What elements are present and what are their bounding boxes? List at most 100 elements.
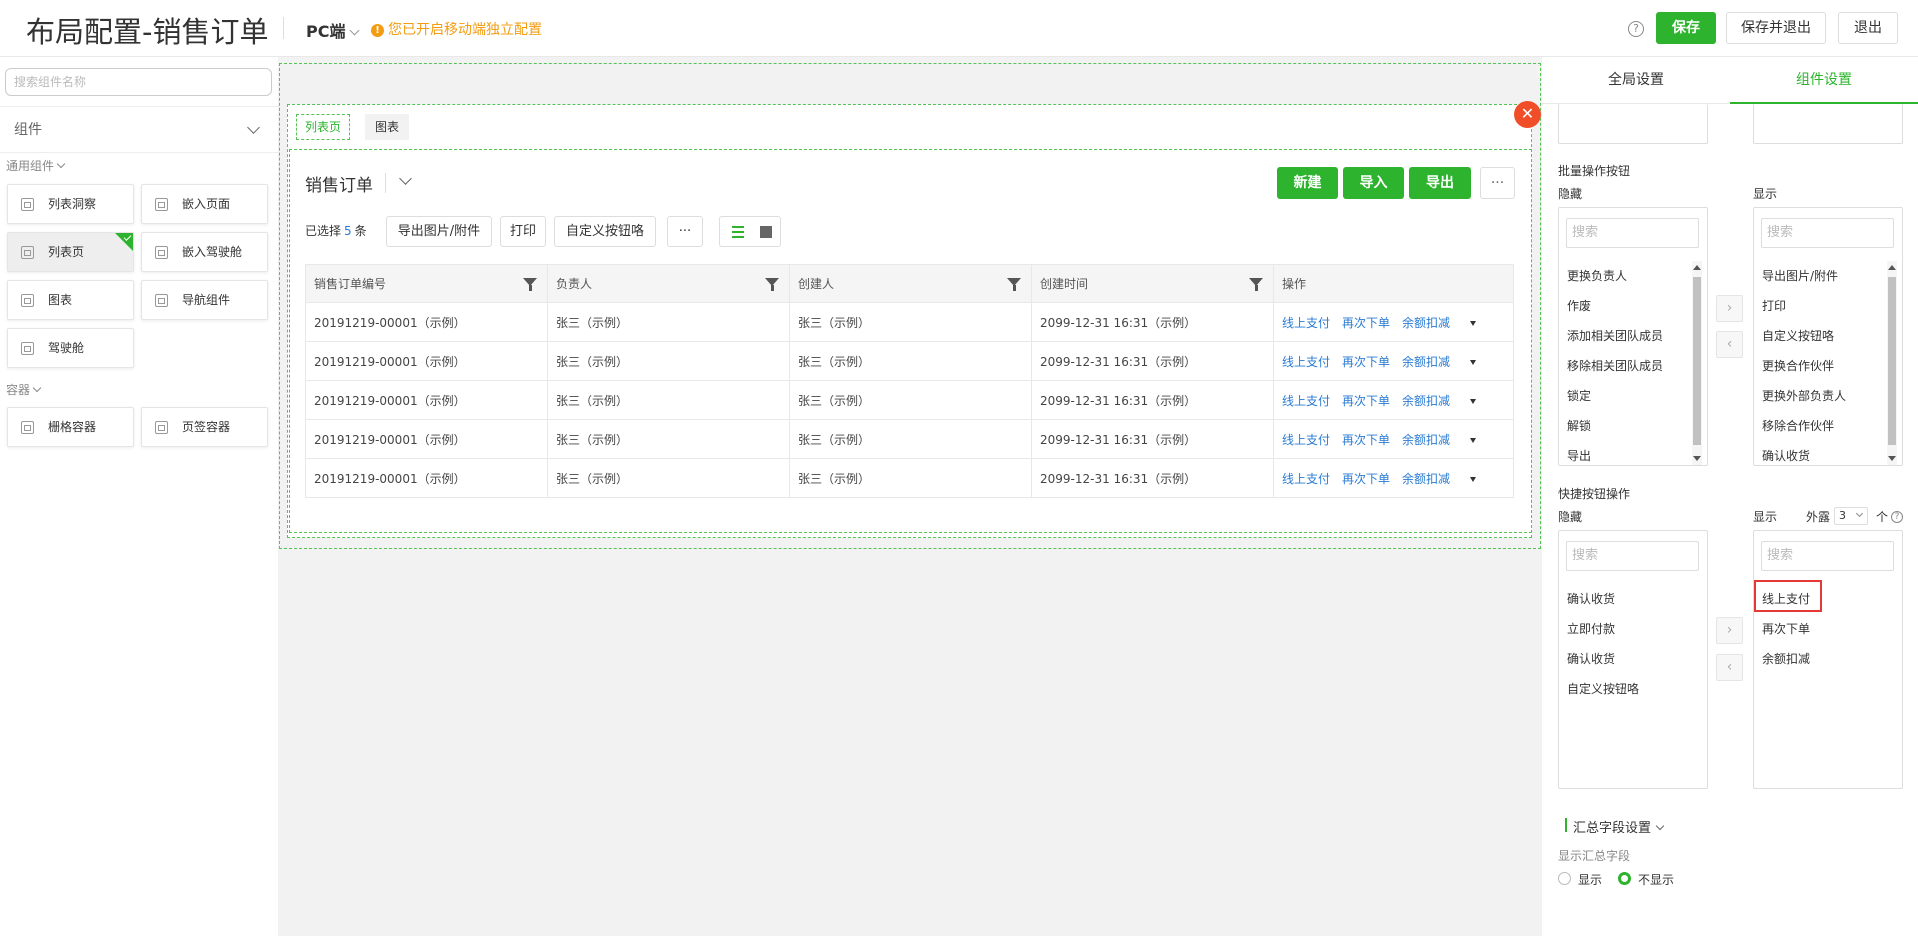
component-navigation[interactable]: 导航组件 — [141, 280, 268, 320]
list-item[interactable]: 移除相关团队成员 — [1567, 357, 1663, 374]
card-view-icon[interactable] — [760, 226, 772, 238]
action-reorder-link[interactable]: 再次下单 — [1342, 394, 1390, 408]
close-icon[interactable]: ✕ — [1514, 101, 1541, 128]
list-item[interactable]: 锁定 — [1567, 387, 1591, 404]
import-button[interactable]: 导入 — [1343, 167, 1404, 199]
list-item[interactable]: 线上支付 — [1762, 590, 1810, 607]
move-right-icon[interactable]: › — [1716, 295, 1743, 322]
action-reorder-link[interactable]: 再次下单 — [1342, 355, 1390, 369]
tab-chart[interactable]: 图表 — [365, 114, 409, 140]
tab-global-settings[interactable]: 全局设置 — [1542, 57, 1730, 104]
new-button[interactable]: 新建 — [1277, 167, 1338, 199]
tab-list-page[interactable]: 列表页 — [296, 114, 350, 140]
list-item[interactable]: 添加相关团队成员 — [1567, 327, 1663, 344]
exit-button[interactable]: 退出 — [1838, 12, 1898, 44]
component-search-input[interactable]: 搜索组件名称 — [5, 68, 272, 96]
component-cockpit[interactable]: 驾驶舱 — [7, 328, 134, 368]
list-item[interactable]: 再次下单 — [1762, 620, 1810, 637]
list-item[interactable]: 导出 — [1567, 447, 1591, 464]
component-tab-container[interactable]: 页签容器 — [141, 407, 268, 447]
expose-count-select[interactable]: 3 — [1834, 507, 1868, 525]
list-item[interactable]: 立即付款 — [1567, 620, 1615, 637]
move-left-icon[interactable]: ‹ — [1716, 331, 1743, 358]
action-balance-deduct-link[interactable]: 余额扣减 — [1402, 433, 1450, 447]
filter-icon[interactable] — [1249, 278, 1263, 291]
scrollbar[interactable] — [1692, 261, 1702, 465]
list-item[interactable]: 作废 — [1567, 297, 1591, 314]
action-online-pay-link[interactable]: 线上支付 — [1282, 316, 1330, 330]
more-actions-button[interactable]: ··· — [1480, 167, 1515, 199]
quick-hidden-search-input[interactable]: 搜索 — [1566, 541, 1699, 571]
column-header[interactable]: 负责人 — [547, 264, 790, 303]
table-row[interactable]: 20191219-00001（示例） 张三（示例） 张三（示例） 2099-12-31… — [305, 458, 1514, 498]
print-button[interactable]: 打印 — [500, 216, 546, 247]
action-reorder-link[interactable]: 再次下单 — [1342, 472, 1390, 486]
list-item[interactable]: 余额扣减 — [1762, 650, 1810, 667]
view-toggle[interactable] — [719, 216, 781, 247]
action-balance-deduct-link[interactable]: 余额扣减 — [1402, 316, 1450, 330]
quick-shown-search-input[interactable]: 搜索 — [1761, 541, 1894, 571]
list-view-icon[interactable] — [732, 226, 744, 238]
action-online-pay-link[interactable]: 线上支付 — [1282, 355, 1330, 369]
list-item[interactable]: 确认收货 — [1567, 590, 1615, 607]
component-category-select[interactable]: 组件 — [0, 106, 278, 153]
scrollbar[interactable] — [1887, 261, 1897, 465]
scroll-thumb[interactable] — [1888, 277, 1896, 445]
list-item[interactable]: 更换合作伙伴 — [1762, 357, 1834, 374]
column-header[interactable]: 创建时间 — [1031, 264, 1274, 303]
radio-show[interactable] — [1558, 872, 1571, 885]
move-right-icon[interactable]: › — [1716, 617, 1743, 644]
column-header[interactable]: 创建人 — [789, 264, 1032, 303]
platform-select[interactable]: PC端 — [306, 18, 360, 42]
table-row[interactable]: 20191219-00001（示例） 张三（示例） 张三（示例） 2099-12-31… — [305, 341, 1514, 381]
action-online-pay-link[interactable]: 线上支付 — [1282, 394, 1330, 408]
scroll-up-icon[interactable] — [1888, 265, 1896, 270]
list-item[interactable]: 确认收货 — [1762, 447, 1810, 464]
component-list-insight[interactable]: 列表洞察 — [7, 184, 134, 224]
toolbar-more-button[interactable]: ··· — [667, 216, 703, 247]
filter-icon[interactable] — [523, 278, 537, 291]
list-item[interactable]: 导出图片/附件 — [1762, 267, 1838, 284]
group-container-toggle[interactable]: 容器 — [6, 381, 42, 398]
action-reorder-link[interactable]: 再次下单 — [1342, 433, 1390, 447]
component-list-page[interactable]: 列表页 — [7, 232, 134, 272]
help-icon[interactable]: ? — [1891, 511, 1903, 523]
component-grid-container[interactable]: 栅格容器 — [7, 407, 134, 447]
tab-component-settings[interactable]: 组件设置 — [1730, 57, 1918, 104]
component-chart[interactable]: 图表 — [7, 280, 134, 320]
batch-hidden-search-input[interactable]: 搜索 — [1566, 218, 1699, 248]
column-header[interactable]: 销售订单编号 — [305, 264, 548, 303]
action-reorder-link[interactable]: 再次下单 — [1342, 316, 1390, 330]
caret-down-icon[interactable] — [1470, 359, 1477, 365]
list-item[interactable]: 打印 — [1762, 297, 1786, 314]
export-button[interactable]: 导出 — [1409, 167, 1471, 199]
action-online-pay-link[interactable]: 线上支付 — [1282, 472, 1330, 486]
move-left-icon[interactable]: ‹ — [1716, 654, 1743, 681]
action-balance-deduct-link[interactable]: 余额扣减 — [1402, 394, 1450, 408]
group-general-toggle[interactable]: 通用组件 — [6, 157, 66, 174]
filter-icon[interactable] — [1007, 278, 1021, 291]
caret-down-icon[interactable] — [1470, 320, 1477, 326]
list-item[interactable]: 更换负责人 — [1567, 267, 1627, 284]
list-item[interactable]: 解锁 — [1567, 417, 1591, 434]
action-balance-deduct-link[interactable]: 余额扣减 — [1402, 472, 1450, 486]
scroll-down-icon[interactable] — [1888, 456, 1896, 461]
list-item[interactable]: 自定义按钮咯 — [1567, 680, 1639, 697]
list-item[interactable]: 自定义按钮咯 — [1762, 327, 1834, 344]
custom-button[interactable]: 自定义按钮咯 — [554, 216, 656, 247]
caret-down-icon[interactable] — [1470, 437, 1477, 443]
table-row[interactable]: 20191219-00001（示例） 张三（示例） 张三（示例） 2099-12-31… — [305, 380, 1514, 420]
radio-hide[interactable] — [1618, 872, 1631, 885]
help-icon[interactable]: ? — [1628, 21, 1644, 37]
scroll-thumb[interactable] — [1693, 277, 1701, 445]
save-and-exit-button[interactable]: 保存并退出 — [1726, 12, 1826, 44]
filter-icon[interactable] — [765, 278, 779, 291]
caret-down-icon[interactable] — [1470, 476, 1477, 482]
scroll-down-icon[interactable] — [1693, 456, 1701, 461]
table-row[interactable]: 20191219-00001（示例） 张三（示例） 张三（示例） 2099-12-31… — [305, 302, 1514, 342]
export-images-button[interactable]: 导出图片/附件 — [386, 216, 492, 247]
component-embed-page[interactable]: 嵌入页面 — [141, 184, 268, 224]
list-item[interactable]: 移除合作伙伴 — [1762, 417, 1834, 434]
list-item[interactable]: 更换外部负责人 — [1762, 387, 1846, 404]
save-button[interactable]: 保存 — [1656, 12, 1716, 44]
